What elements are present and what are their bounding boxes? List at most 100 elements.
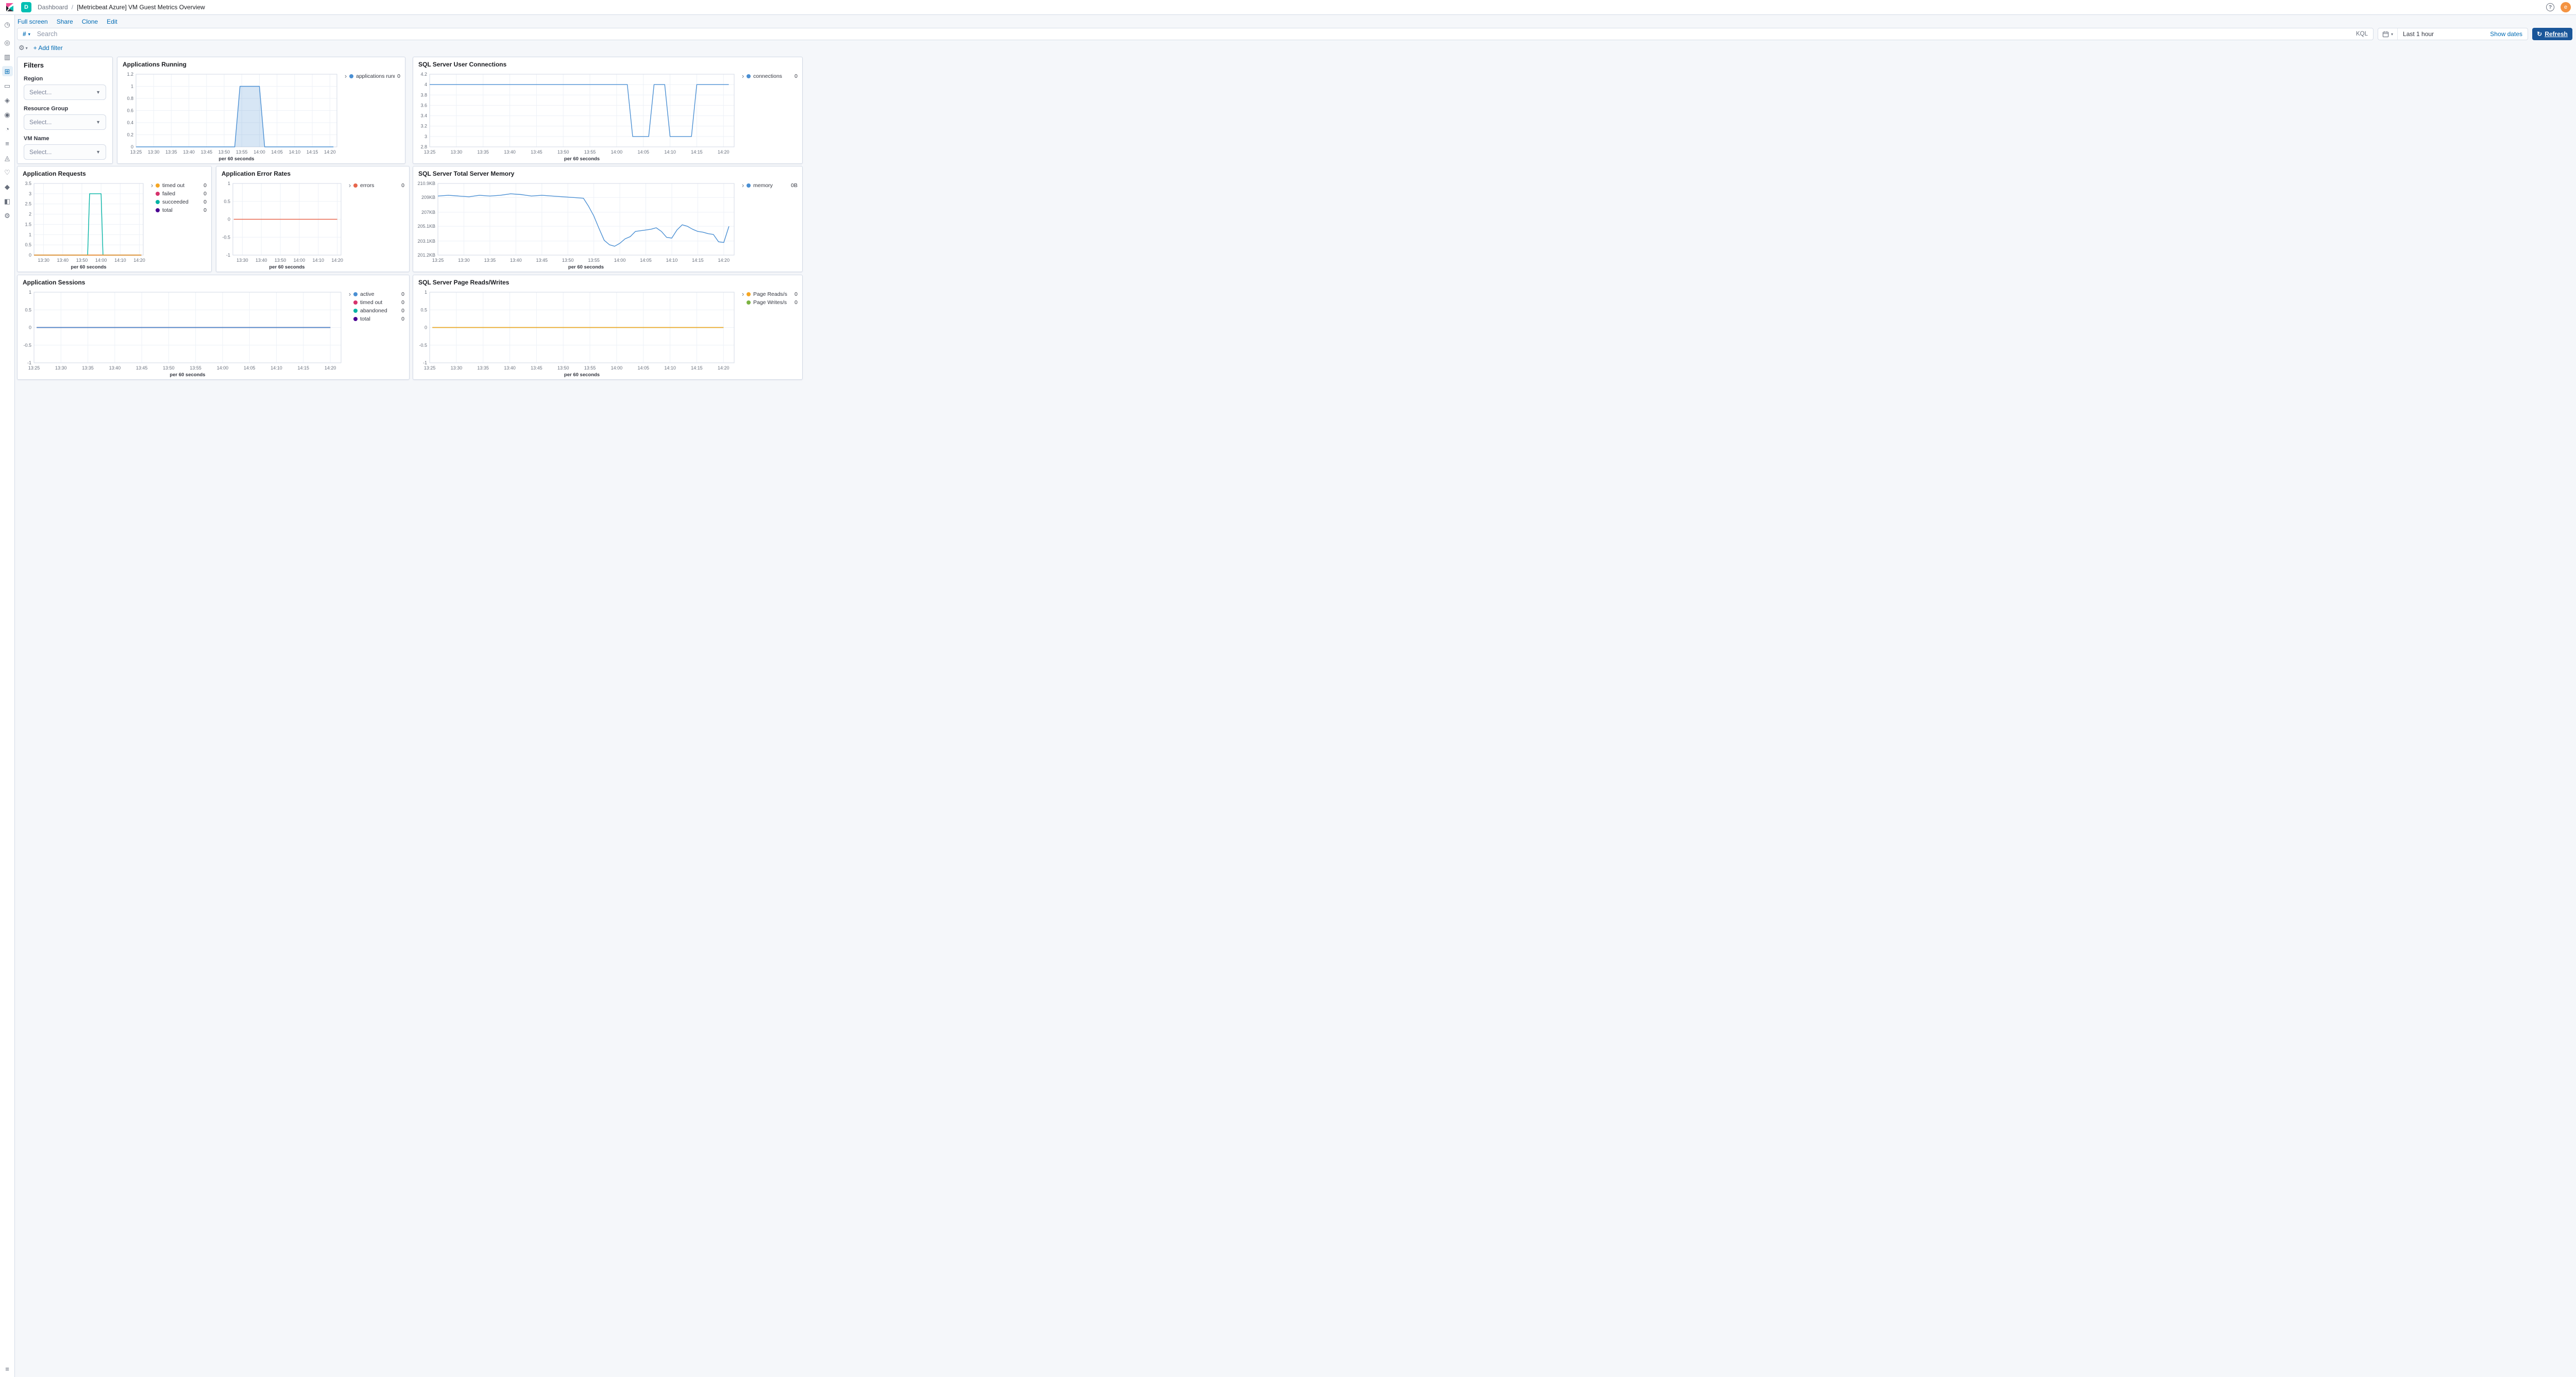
legend-item[interactable]: total0 <box>156 206 207 214</box>
legend-item[interactable]: active0 <box>353 290 404 298</box>
legend-value: 0 <box>401 182 404 189</box>
svg-text:1: 1 <box>29 232 31 237</box>
legend-dot-icon <box>349 74 353 78</box>
full-screen-button[interactable]: Full screen <box>18 18 48 25</box>
chevron-down-icon: ▾ <box>28 32 30 37</box>
legend-item[interactable]: abandoned0 <box>353 307 404 315</box>
legend-item[interactable]: succeeded0 <box>156 198 207 206</box>
machine-learning-icon[interactable]: ◉ <box>2 109 13 120</box>
svg-text:13:50: 13:50 <box>275 258 286 263</box>
svg-text:1: 1 <box>425 290 427 295</box>
dev-tools-icon[interactable]: ◧ <box>2 196 13 206</box>
time-range-display[interactable]: Last 1 hour <box>2403 30 2434 38</box>
edit-button[interactable]: Edit <box>107 18 117 25</box>
legend-collapse-icon[interactable]: › <box>342 72 349 162</box>
help-icon[interactable]: ? <box>2546 3 2554 11</box>
legend-collapse-icon[interactable]: › <box>346 181 353 271</box>
recent-icon[interactable]: ◷ <box>2 19 13 29</box>
application-sessions-chart[interactable]: 13:2513:3013:3513:4013:4513:5013:5514:00… <box>19 287 346 378</box>
legend-item[interactable]: failed0 <box>156 190 207 198</box>
application-requests-chart[interactable]: 13:3013:4013:5014:0014:1014:2000.511.522… <box>19 178 148 271</box>
applications-running-chart[interactable]: 13:2513:3013:3513:4013:4513:5013:5514:00… <box>118 69 342 162</box>
legend-item[interactable]: applications running0 <box>349 72 400 80</box>
sql-page-reads-writes-chart[interactable]: 13:2513:3013:3513:4013:4513:5013:5514:00… <box>414 287 739 378</box>
sql-total-server-memory-chart[interactable]: 13:2513:3013:3513:4013:4513:5013:5514:00… <box>414 178 739 271</box>
svg-text:2.8: 2.8 <box>420 144 427 149</box>
refresh-button[interactable]: ↻ Refresh <box>2532 28 2572 40</box>
add-filter-button[interactable]: + Add filter <box>33 44 63 52</box>
chart-legend: › applications running0 <box>342 69 403 162</box>
svg-text:0.5: 0.5 <box>224 199 230 204</box>
visualize-icon[interactable]: ▥ <box>2 52 13 62</box>
svg-text:14:15: 14:15 <box>691 365 703 371</box>
svg-text:0.8: 0.8 <box>127 96 133 101</box>
region-select[interactable]: Select... ▼ <box>24 85 106 100</box>
show-dates-button[interactable]: Show dates <box>2490 30 2528 38</box>
breadcrumb-dashboard[interactable]: Dashboard <box>38 4 68 11</box>
saved-query-menu-button[interactable]: # ▾ <box>18 30 34 38</box>
date-picker: ▾ Last 1 hour Show dates <box>2378 28 2528 40</box>
search-input[interactable] <box>34 30 2351 38</box>
region-select-value: Select... <box>29 89 52 96</box>
legend-item[interactable]: errors0 <box>353 181 404 190</box>
sidebar: ◷ ◎ ▥ ⊞ ▭ ◈ ◉ ◔ ≡ ◬ ♡ ◆ ◧ ⚙ ≡ <box>0 15 15 1377</box>
svg-text:14:20: 14:20 <box>325 365 336 371</box>
vm-name-select[interactable]: Select... ▼ <box>24 144 106 160</box>
svg-text:13:55: 13:55 <box>236 149 248 155</box>
maps-icon[interactable]: ◈ <box>2 95 13 105</box>
panel-title: Filters <box>18 57 112 69</box>
logs-icon[interactable]: ≡ <box>2 138 13 148</box>
panel-application-requests: Application Requests 13:3013:4013:5014:0… <box>17 166 212 272</box>
panel-sql-user-connections: SQL Server User Connections 13:2513:3013… <box>413 57 803 164</box>
vm-name-label: VM Name <box>24 136 106 142</box>
canvas-icon[interactable]: ▭ <box>2 80 13 91</box>
svg-text:14:05: 14:05 <box>271 149 283 155</box>
svg-text:13:55: 13:55 <box>584 365 596 371</box>
application-error-rates-chart[interactable]: 13:3013:4013:5014:0014:1014:20-1-0.500.5… <box>217 178 346 271</box>
svg-text:13:50: 13:50 <box>163 365 175 371</box>
svg-text:14:00: 14:00 <box>253 149 265 155</box>
resource-group-select[interactable]: Select... ▼ <box>24 114 106 130</box>
sql-user-connections-chart[interactable]: 13:2513:3013:3513:4013:4513:5013:5514:00… <box>414 69 739 162</box>
svg-text:0.2: 0.2 <box>127 132 133 138</box>
svg-text:per 60 seconds: per 60 seconds <box>269 264 304 270</box>
filter-options-button[interactable]: ⚙ ▾ <box>19 44 28 52</box>
legend-label: total <box>360 316 399 322</box>
dashboard-icon[interactable]: ⊞ <box>2 66 13 76</box>
svg-text:207KB: 207KB <box>421 210 435 215</box>
legend-item[interactable]: Page Writes/s0 <box>747 298 798 307</box>
legend-item[interactable]: memory0B <box>747 181 798 190</box>
kibana-logo[interactable] <box>5 3 14 12</box>
vm-name-select-value: Select... <box>29 148 52 156</box>
kql-toggle[interactable]: KQL <box>2351 31 2373 37</box>
space-avatar[interactable]: D <box>21 2 31 12</box>
metrics-icon[interactable]: ◔ <box>2 124 13 134</box>
uptime-icon[interactable]: ♡ <box>2 167 13 177</box>
legend-item[interactable]: Page Reads/s0 <box>747 290 798 298</box>
legend-dot-icon <box>353 292 358 296</box>
legend-item[interactable]: timed out0 <box>353 298 404 307</box>
svg-text:-1: -1 <box>423 360 427 365</box>
siem-icon[interactable]: ◆ <box>2 181 13 192</box>
legend-collapse-icon[interactable]: › <box>739 181 747 271</box>
legend-collapse-icon[interactable]: › <box>739 290 747 378</box>
legend-item[interactable]: total0 <box>353 315 404 323</box>
chart-legend: › timed out0failed0succeeded0total0 <box>148 178 209 271</box>
svg-text:203.1KB: 203.1KB <box>417 239 435 244</box>
discover-icon[interactable]: ◎ <box>2 37 13 47</box>
legend-collapse-icon[interactable]: › <box>346 290 353 378</box>
collapse-menu-icon[interactable]: ≡ <box>5 1365 9 1373</box>
legend-item[interactable]: connections0 <box>747 72 798 80</box>
legend-collapse-icon[interactable]: › <box>739 72 747 162</box>
date-picker-quick-menu-button[interactable]: ▾ <box>2378 28 2397 40</box>
legend-item[interactable]: timed out0 <box>156 181 207 190</box>
stack-management-icon[interactable]: ⚙ <box>2 210 13 221</box>
clone-button[interactable]: Clone <box>82 18 98 25</box>
svg-text:13:30: 13:30 <box>38 258 49 263</box>
user-avatar[interactable]: e <box>2561 2 2571 12</box>
svg-text:3.4: 3.4 <box>420 113 427 119</box>
share-button[interactable]: Share <box>57 18 73 25</box>
svg-text:-1: -1 <box>27 360 31 365</box>
apm-icon[interactable]: ◬ <box>2 153 13 163</box>
legend-collapse-icon[interactable]: › <box>148 181 156 271</box>
